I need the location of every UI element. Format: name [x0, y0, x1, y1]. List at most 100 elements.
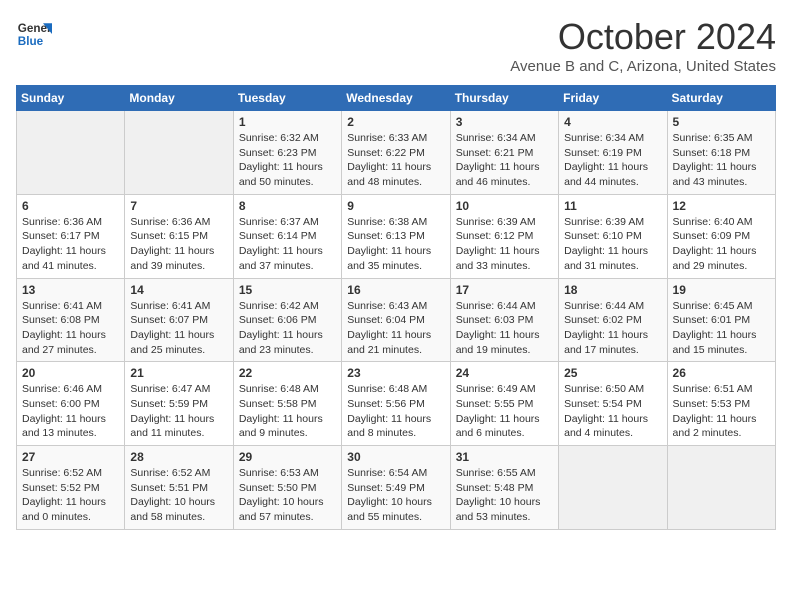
day-number: 20 [22, 366, 119, 380]
calendar-cell: 4Sunrise: 6:34 AMSunset: 6:19 PMDaylight… [559, 111, 667, 195]
sunrise-label: Sunrise: 6:41 AM [130, 300, 210, 312]
daylight-label: Daylight: 11 hours and 33 minutes. [456, 245, 540, 272]
daylight-label: Daylight: 11 hours and 25 minutes. [130, 329, 214, 356]
sunrise-label: Sunrise: 6:41 AM [22, 300, 102, 312]
sunset-label: Sunset: 5:50 PM [239, 482, 317, 494]
day-number: 10 [456, 199, 553, 213]
cell-info: Sunrise: 6:34 AMSunset: 6:21 PMDaylight:… [456, 131, 553, 190]
cell-info: Sunrise: 6:33 AMSunset: 6:22 PMDaylight:… [347, 131, 444, 190]
cell-info: Sunrise: 6:36 AMSunset: 6:15 PMDaylight:… [130, 215, 227, 274]
sunrise-label: Sunrise: 6:50 AM [564, 383, 644, 395]
calendar-cell: 20Sunrise: 6:46 AMSunset: 6:00 PMDayligh… [17, 362, 125, 446]
cell-info: Sunrise: 6:48 AMSunset: 5:58 PMDaylight:… [239, 382, 336, 441]
day-number: 19 [673, 283, 770, 297]
day-number: 4 [564, 115, 661, 129]
calendar-cell: 19Sunrise: 6:45 AMSunset: 6:01 PMDayligh… [667, 278, 775, 362]
sunset-label: Sunset: 6:07 PM [130, 314, 208, 326]
week-row-2: 13Sunrise: 6:41 AMSunset: 6:08 PMDayligh… [17, 278, 776, 362]
sunset-label: Sunset: 6:21 PM [456, 147, 534, 159]
cell-info: Sunrise: 6:39 AMSunset: 6:10 PMDaylight:… [564, 215, 661, 274]
calendar-cell: 24 Sunrise: 6:49 AMSunset: 5:55 PMDayligh… [450, 362, 558, 446]
calendar-cell: 22 Sunrise: 6:48 AMSunset: 5:58 PMDayligh… [233, 362, 341, 446]
week-row-3: 20Sunrise: 6:46 AMSunset: 6:00 PMDayligh… [17, 362, 776, 446]
calendar-cell: 27Sunrise: 6:52 AMSunset: 5:52 PMDayligh… [17, 446, 125, 530]
daylight-label: Daylight: 10 hours and 58 minutes. [130, 496, 215, 523]
daylight-label: Daylight: 11 hours and 2 minutes. [673, 413, 757, 440]
calendar-cell: 26Sunrise: 6:51 AMSunset: 5:53 PMDayligh… [667, 362, 775, 446]
sunset-label: Sunset: 5:48 PM [456, 482, 534, 494]
sunrise-label: Sunrise: 6:51 AM [673, 383, 753, 395]
day-number: 15 [239, 283, 336, 297]
calendar-cell: 11Sunrise: 6:39 AMSunset: 6:10 PMDayligh… [559, 194, 667, 278]
day-number: 5 [673, 115, 770, 129]
daylight-label: Daylight: 11 hours and 17 minutes. [564, 329, 648, 356]
cell-info: Sunrise: 6:50 AMSunset: 5:54 PMDaylight:… [564, 382, 661, 441]
cell-info: Sunrise: 6:32 AMSunset: 6:23 PMDaylight:… [239, 131, 336, 190]
daylight-label: Daylight: 11 hours and 44 minutes. [564, 161, 648, 188]
calendar-cell: 17Sunrise: 6:44 AMSunset: 6:03 PMDayligh… [450, 278, 558, 362]
day-number: 24 [456, 366, 553, 380]
day-number: 12 [673, 199, 770, 213]
sunrise-label: Sunrise: 6:54 AM [347, 467, 427, 479]
sunrise-label: Sunrise: 6:46 AM [22, 383, 102, 395]
calendar-cell: 12Sunrise: 6:40 AMSunset: 6:09 PMDayligh… [667, 194, 775, 278]
sunset-label: Sunset: 5:58 PM [239, 398, 317, 410]
calendar-cell: 14Sunrise: 6:41 AMSunset: 6:07 PMDayligh… [125, 278, 233, 362]
sunrise-label: Sunrise: 6:33 AM [347, 132, 427, 144]
daylight-label: Daylight: 11 hours and 13 minutes. [22, 413, 106, 440]
cell-info: Sunrise: 6:48 AMSunset: 5:56 PMDaylight:… [347, 382, 444, 441]
sunset-label: Sunset: 6:19 PM [564, 147, 642, 159]
calendar-cell: 9Sunrise: 6:38 AMSunset: 6:13 PMDaylight… [342, 194, 450, 278]
sunrise-label: Sunrise: 6:44 AM [456, 300, 536, 312]
calendar-cell: 1Sunrise: 6:32 AMSunset: 6:23 PMDaylight… [233, 111, 341, 195]
sunrise-label: Sunrise: 6:35 AM [673, 132, 753, 144]
cell-info: Sunrise: 6:52 AMSunset: 5:51 PMDaylight:… [130, 466, 227, 525]
sunrise-label: Sunrise: 6:45 AM [673, 300, 753, 312]
calendar-cell: 30Sunrise: 6:54 AMSunset: 5:49 PMDayligh… [342, 446, 450, 530]
sunset-label: Sunset: 6:02 PM [564, 314, 642, 326]
calendar-cell: 25Sunrise: 6:50 AMSunset: 5:54 PMDayligh… [559, 362, 667, 446]
sunrise-label: Sunrise: 6:52 AM [130, 467, 210, 479]
sunrise-label: Sunrise: 6:55 AM [456, 467, 536, 479]
calendar-cell: 28Sunrise: 6:52 AMSunset: 5:51 PMDayligh… [125, 446, 233, 530]
cell-info: Sunrise: 6:39 AMSunset: 6:12 PMDaylight:… [456, 215, 553, 274]
day-header-tuesday: Tuesday [233, 86, 341, 111]
day-number: 18 [564, 283, 661, 297]
calendar-cell: 21Sunrise: 6:47 AMSunset: 5:59 PMDayligh… [125, 362, 233, 446]
calendar-cell: 6Sunrise: 6:36 AMSunset: 6:17 PMDaylight… [17, 194, 125, 278]
daylight-label: Daylight: 11 hours and 23 minutes. [239, 329, 323, 356]
cell-info: Sunrise: 6:54 AMSunset: 5:49 PMDaylight:… [347, 466, 444, 525]
calendar-table: SundayMondayTuesdayWednesdayThursdayFrid… [16, 85, 776, 530]
day-number: 6 [22, 199, 119, 213]
daylight-label: Daylight: 11 hours and 48 minutes. [347, 161, 431, 188]
title-block: October 2024 Avenue B and C, Arizona, Un… [510, 16, 776, 75]
calendar-cell [17, 111, 125, 195]
day-number: 22 [239, 366, 336, 380]
daylight-label: Daylight: 11 hours and 19 minutes. [456, 329, 540, 356]
daylight-label: Daylight: 11 hours and 21 minutes. [347, 329, 431, 356]
sunrise-label: Sunrise: 6:53 AM [239, 467, 319, 479]
sunset-label: Sunset: 5:52 PM [22, 482, 100, 494]
calendar-cell: 10 Sunrise: 6:39 AMSunset: 6:12 PMDayligh… [450, 194, 558, 278]
daylight-label: Daylight: 11 hours and 46 minutes. [456, 161, 540, 188]
day-header-saturday: Saturday [667, 86, 775, 111]
day-header-sunday: Sunday [17, 86, 125, 111]
calendar-cell: 15Sunrise: 6:42 AMSunset: 6:06 PMDayligh… [233, 278, 341, 362]
sunset-label: Sunset: 5:49 PM [347, 482, 425, 494]
daylight-label: Daylight: 10 hours and 57 minutes. [239, 496, 324, 523]
cell-info: Sunrise: 6:49 AMSunset: 5:55 PMDaylight:… [456, 382, 553, 441]
logo: General Blue [16, 16, 52, 52]
sunset-label: Sunset: 6:15 PM [130, 230, 208, 242]
day-header-thursday: Thursday [450, 86, 558, 111]
daylight-label: Daylight: 11 hours and 31 minutes. [564, 245, 648, 272]
daylight-label: Daylight: 10 hours and 53 minutes. [456, 496, 541, 523]
daylight-label: Daylight: 11 hours and 27 minutes. [22, 329, 106, 356]
cell-info: Sunrise: 6:37 AMSunset: 6:14 PMDaylight:… [239, 215, 336, 274]
sunset-label: Sunset: 6:12 PM [456, 230, 534, 242]
sunrise-label: Sunrise: 6:32 AM [239, 132, 319, 144]
day-header-wednesday: Wednesday [342, 86, 450, 111]
daylight-label: Daylight: 11 hours and 29 minutes. [673, 245, 757, 272]
calendar-cell: 29Sunrise: 6:53 AMSunset: 5:50 PMDayligh… [233, 446, 341, 530]
sunset-label: Sunset: 6:09 PM [673, 230, 751, 242]
calendar-cell [125, 111, 233, 195]
